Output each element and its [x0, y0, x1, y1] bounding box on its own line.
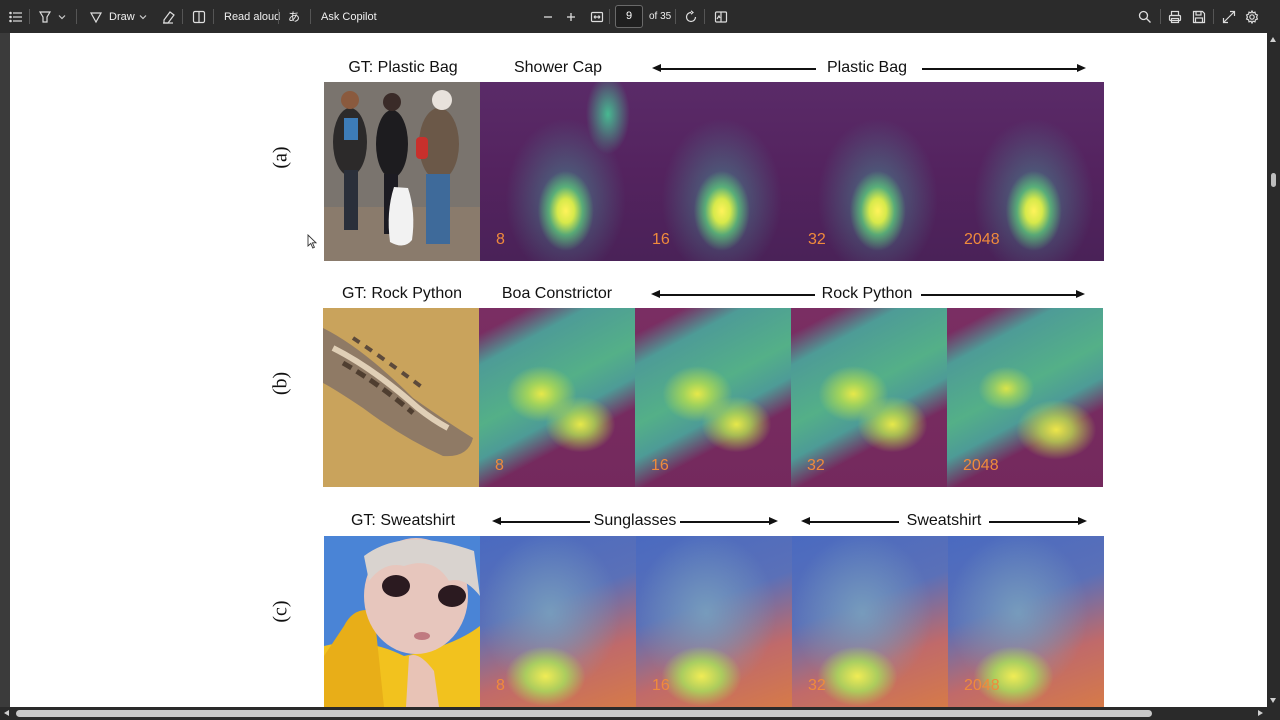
heatmap-c-32: 32	[792, 536, 948, 707]
heatmap-number-b-2048: 2048	[963, 457, 999, 474]
heatmap-number-c-8: 8	[496, 677, 505, 694]
page-view-icon[interactable]	[192, 0, 206, 33]
heatmap-number-b-32: 32	[807, 457, 825, 474]
horizontal-scrollbar-thumb[interactable]	[16, 710, 1152, 717]
read-aloud-button[interactable]: Read aloud	[224, 0, 280, 33]
arrow-right-head-b	[1076, 290, 1085, 298]
row-tag-a: (a)	[269, 146, 292, 169]
vertical-scrollbar-thumb[interactable]	[1271, 173, 1276, 187]
span-label-c-right: Sweatshirt	[906, 512, 982, 529]
image-original-b	[323, 308, 479, 487]
heatmap-a-8: 8	[480, 82, 636, 261]
arrow-right-head-a	[1077, 64, 1086, 72]
contents-icon[interactable]	[9, 0, 23, 33]
gt-label-c: GT: Sweatshirt	[350, 512, 456, 529]
heatmap-number-b-16: 16	[651, 457, 669, 474]
two-page-view-icon[interactable]	[714, 0, 728, 33]
arrow-left-line-c1	[500, 521, 590, 523]
arrow-right-line-a	[922, 68, 1078, 70]
heatmap-c-2048: 2048	[948, 536, 1104, 707]
save-icon[interactable]	[1192, 0, 1206, 33]
expand-icon[interactable]	[1222, 0, 1236, 33]
arrow-left-line-a	[660, 68, 816, 70]
heatmap-number-a-16: 16	[652, 231, 670, 248]
row-tag-c: (c)	[269, 600, 292, 623]
first-prediction-label-b: Boa Constrictor	[501, 285, 613, 302]
draw-icon[interactable]	[89, 0, 103, 33]
heatmap-number-c-16: 16	[652, 677, 670, 694]
heatmap-a-32: 32	[792, 82, 948, 261]
draw-button[interactable]: Draw	[109, 0, 135, 33]
mouse-cursor-icon	[307, 233, 318, 254]
heatmap-b-32: 32	[791, 308, 947, 487]
heatmap-b-2048: 2048	[947, 308, 1103, 487]
heatmap-number-a-2048: 2048	[964, 231, 1000, 248]
image-original-c	[324, 536, 480, 707]
row-tag-b: (b)	[269, 371, 292, 396]
arrow-right-line-c2	[989, 521, 1079, 523]
span-label-a: Plastic Bag	[826, 59, 908, 76]
heatmap-a-16: 16	[636, 82, 792, 261]
gt-label-a: GT: Plastic Bag	[348, 59, 458, 76]
gt-label-b: GT: Rock Python	[341, 285, 463, 302]
span-label-b: Rock Python	[821, 285, 913, 302]
heatmap-number-c-32: 32	[808, 677, 826, 694]
eraser-icon[interactable]	[161, 0, 175, 33]
search-icon[interactable]	[1138, 0, 1152, 33]
pdf-toolbar: Draw Read aloud あ Ask Copilot 9 of 35	[0, 0, 1280, 33]
translate-icon[interactable]: あ	[288, 0, 300, 33]
image-original-a	[324, 82, 480, 261]
scroll-left-arrow-icon[interactable]	[4, 710, 9, 716]
scroll-up-arrow-icon[interactable]	[1270, 37, 1276, 42]
arrow-right-head-c2	[1078, 517, 1087, 525]
heatmap-number-a-8: 8	[496, 231, 505, 248]
draw-dropdown-chevron-icon[interactable]	[139, 0, 147, 33]
pdf-page[interactable]: (a) GT: Plastic Bag Shower Cap Plastic B…	[10, 33, 1267, 707]
scroll-right-arrow-icon[interactable]	[1258, 710, 1263, 716]
zoom-out-icon[interactable]	[543, 0, 553, 33]
horizontal-scrollbar[interactable]	[0, 707, 1280, 720]
heatmap-a-2048: 2048	[948, 82, 1104, 261]
arrow-left-line-c2	[809, 521, 899, 523]
heatmap-c-8: 8	[480, 536, 636, 707]
arrow-right-line-c1	[680, 521, 770, 523]
fit-to-width-icon[interactable]	[590, 0, 604, 33]
first-prediction-label-a: Shower Cap	[513, 59, 603, 76]
zoom-in-icon[interactable]	[566, 0, 576, 33]
settings-gear-icon[interactable]	[1245, 0, 1259, 33]
arrow-right-line-b	[921, 294, 1077, 296]
arrow-left-line-b	[659, 294, 815, 296]
heatmap-c-16: 16	[636, 536, 792, 707]
scroll-down-arrow-icon[interactable]	[1270, 698, 1276, 703]
print-icon[interactable]	[1168, 0, 1182, 33]
heatmap-b-16: 16	[635, 308, 791, 487]
ask-copilot-button[interactable]: Ask Copilot	[321, 0, 377, 33]
highlight-icon[interactable]	[38, 0, 52, 33]
vertical-scrollbar[interactable]	[1267, 33, 1280, 707]
page-total-label: of 35	[649, 11, 672, 22]
rotate-icon[interactable]	[684, 0, 698, 33]
highlight-dropdown-chevron-icon[interactable]	[58, 0, 66, 33]
heatmap-number-b-8: 8	[495, 457, 504, 474]
span-label-c-left: Sunglasses	[593, 512, 677, 529]
arrow-right-head-c1	[769, 517, 778, 525]
heatmap-b-8: 8	[479, 308, 635, 487]
heatmap-number-c-2048: 2048	[964, 677, 1000, 694]
page-number-input[interactable]: 9	[615, 5, 643, 28]
heatmap-number-a-32: 32	[808, 231, 826, 248]
